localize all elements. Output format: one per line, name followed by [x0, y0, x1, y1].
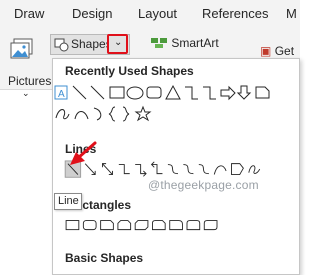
ribbon-tab-bar: Draw Design Layout References M	[0, 0, 300, 28]
round-same-side-shape[interactable]	[186, 220, 201, 231]
curved-connector-shape[interactable]	[167, 164, 178, 175]
line-tooltip: Line	[54, 193, 82, 210]
rectangle-shape[interactable]	[65, 220, 80, 231]
watermark: @thegeekpage.com	[148, 178, 259, 192]
smartart-label: SmartArt	[171, 36, 219, 50]
curve-shape[interactable]	[93, 107, 102, 121]
line-double-arrow-shape[interactable]	[102, 163, 113, 175]
line-arrow-shape[interactable]	[90, 85, 105, 100]
snip-round-shape[interactable]	[152, 220, 166, 231]
line-shape[interactable]	[72, 85, 87, 100]
rounded-rectangle-shape[interactable]	[82, 220, 97, 231]
recent-shapes-row-2	[55, 105, 152, 122]
star-shape[interactable]	[134, 105, 152, 122]
left-brace-shape[interactable]	[108, 106, 116, 122]
triangle-shape[interactable]	[165, 84, 181, 100]
rectangles-row	[65, 220, 218, 231]
text-box-shape[interactable]: A	[54, 85, 68, 100]
pictures-label: Pictures	[8, 74, 52, 88]
pictures-button[interactable]: Pictures ⌄	[6, 36, 51, 98]
line-arrow-shape[interactable]	[84, 163, 96, 175]
svg-text:A: A	[58, 89, 65, 100]
elbow-double-arrow-shape[interactable]	[150, 161, 163, 175]
snip-same-side-shape[interactable]	[117, 220, 132, 231]
shapes-dropdown-button[interactable]: ⌄	[107, 34, 128, 54]
tab-design[interactable]: Design	[72, 6, 112, 21]
snip-single-corner-shape[interactable]	[100, 220, 114, 231]
round-diagonal-shape[interactable]	[203, 220, 218, 231]
shapes-gallery: Recently Used Shapes A Lines Rectangles …	[52, 58, 300, 275]
smartart-icon	[151, 38, 167, 48]
chevron-down-icon: ⌄	[22, 88, 30, 98]
pictures-icon	[10, 38, 33, 59]
arc-shape[interactable]	[74, 111, 89, 120]
curved-double-arrow-shape[interactable]	[198, 164, 209, 175]
lines-row	[64, 160, 261, 178]
tab-references[interactable]: References	[202, 6, 268, 21]
snip-rectangle-shape[interactable]	[255, 86, 270, 99]
rectangle-shape[interactable]	[109, 86, 125, 99]
smartart-button[interactable]: SmartArt	[150, 36, 219, 50]
tab-draw[interactable]: Draw	[14, 6, 44, 21]
store-icon: ▣	[260, 44, 272, 58]
curved-arrow-connector-shape[interactable]	[183, 164, 194, 175]
down-arrow-shape[interactable]	[236, 85, 252, 100]
freeform-shape[interactable]	[231, 163, 244, 175]
rounded-rectangle-shape[interactable]	[146, 86, 162, 99]
recent-shapes-title: Recently Used Shapes	[65, 64, 194, 78]
elbow-connector-shape[interactable]	[118, 164, 130, 175]
scribble-shape[interactable]	[248, 165, 261, 174]
round-single-corner-shape[interactable]	[169, 220, 183, 231]
shapes-icon	[54, 38, 69, 52]
tab-mailings[interactable]: M	[286, 6, 297, 21]
recent-shapes-row: A	[54, 84, 270, 101]
tab-layout[interactable]: Layout	[138, 6, 177, 21]
freeform-shape[interactable]	[55, 109, 70, 120]
chevron-down-icon: ⌄	[114, 37, 123, 48]
right-arrow-shape[interactable]	[220, 85, 236, 101]
elbow-arrow-shape[interactable]	[203, 86, 216, 100]
right-brace-shape[interactable]	[122, 106, 130, 122]
shapes-label: Shapes	[71, 37, 112, 51]
elbow-arrow-connector-shape[interactable]	[135, 164, 147, 177]
lines-title: Lines	[65, 142, 97, 156]
oval-shape[interactable]	[126, 86, 144, 100]
curve-shape[interactable]	[213, 165, 227, 175]
elbow-connector-shape[interactable]	[185, 86, 198, 100]
basic-shapes-title: Basic Shapes	[65, 251, 144, 265]
snip-diagonal-shape[interactable]	[134, 220, 149, 231]
